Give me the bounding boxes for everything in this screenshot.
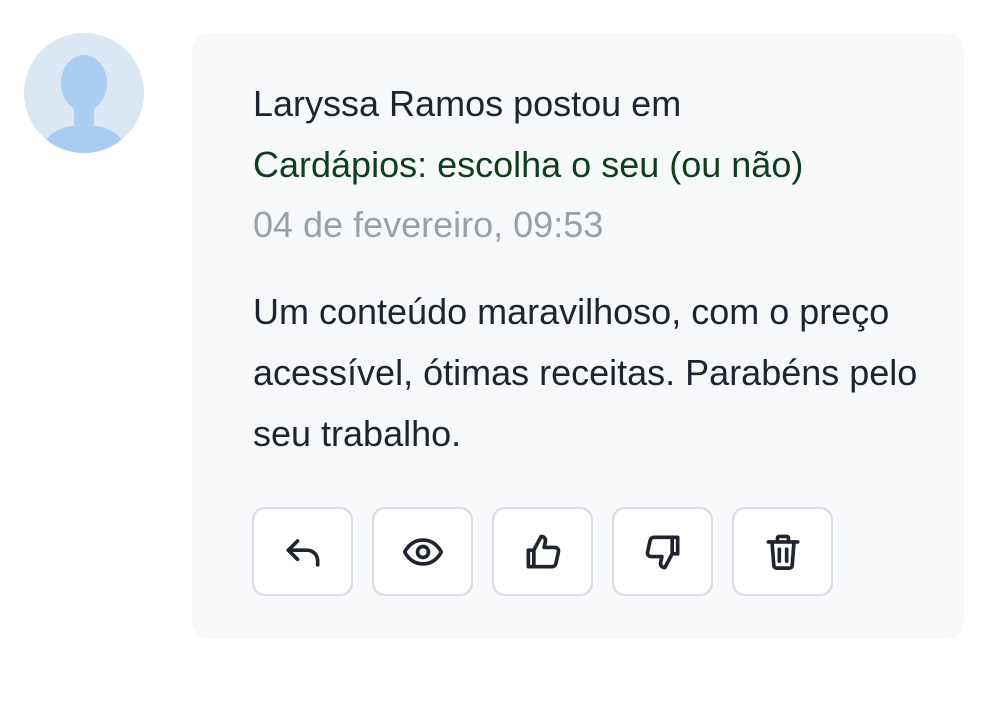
author-line: Laryssa Ramos postou em [253,83,682,124]
comment-actions [252,507,833,596]
topic-link[interactable]: Cardápios: escolha o seu (ou não) [253,141,803,189]
view-button[interactable] [372,507,473,596]
delete-button[interactable] [732,507,833,596]
trash-icon [766,534,799,570]
thumbs-down-icon [645,535,679,569]
dislike-button[interactable] [612,507,713,596]
thumbs-up-icon [526,534,560,568]
comment-body: Um conteúdo maravilhoso, com o preço ace… [253,291,918,454]
like-button[interactable] [492,507,593,596]
comment-timestamp: 04 de fevereiro, 09:53 [253,204,604,245]
comment-card: Laryssa Ramos postou em Cardápios: escol… [192,33,964,639]
eye-icon [402,537,443,566]
reply-arrow-icon [286,538,319,567]
avatar [24,33,144,153]
user-silhouette-icon [42,55,126,153]
reply-button[interactable] [252,507,353,596]
